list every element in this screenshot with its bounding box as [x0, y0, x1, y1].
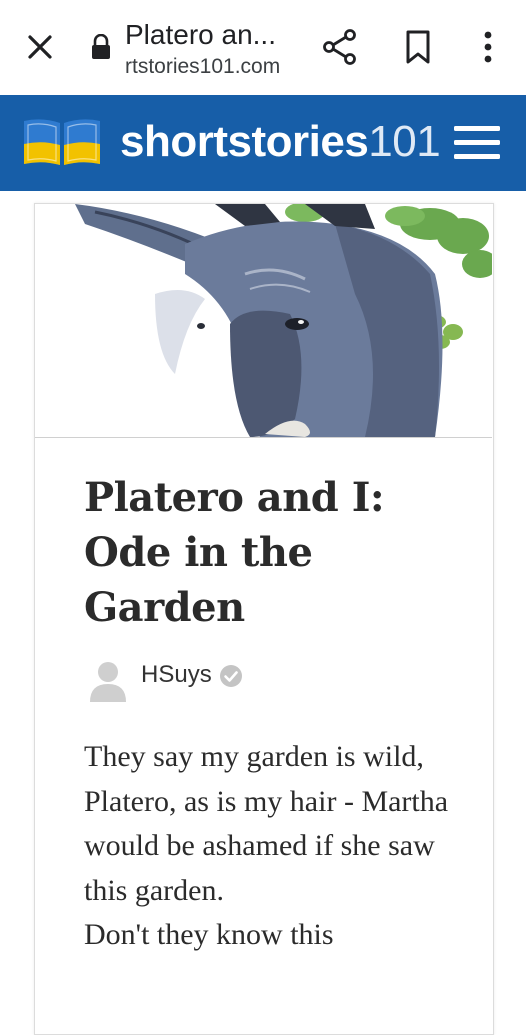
- logo-book-icon[interactable]: [22, 117, 102, 169]
- page-title[interactable]: Platero an...: [125, 19, 276, 51]
- brand-number: 101: [368, 117, 441, 166]
- avatar-icon[interactable]: [90, 660, 126, 702]
- story-title[interactable]: Platero and I: Ode in the Garden: [84, 470, 464, 635]
- browser-toolbar: Platero an... rtstories101.com: [0, 0, 526, 95]
- hamburger-menu-icon[interactable]: [454, 122, 500, 164]
- close-icon[interactable]: [22, 29, 58, 65]
- story-paragraph: They say my garden is wild, Platero, as …: [84, 740, 449, 907]
- author-name[interactable]: HSuys: [141, 661, 212, 689]
- story-cover-image[interactable]: [35, 204, 492, 438]
- brand-name: shortstories: [120, 117, 369, 166]
- share-icon[interactable]: [320, 27, 360, 67]
- lock-icon: [92, 34, 110, 59]
- verified-check-icon: [220, 665, 242, 687]
- donkey-illustration: [75, 204, 492, 437]
- story-body: They say my garden is wild, Platero, as …: [84, 735, 484, 958]
- url-text[interactable]: rtstories101.com: [125, 55, 280, 79]
- more-vert-icon[interactable]: [474, 29, 502, 65]
- site-logo-text[interactable]: shortstories101: [120, 117, 441, 167]
- bookmark-icon[interactable]: [402, 29, 434, 65]
- story-paragraph: Don't they know this: [84, 918, 334, 952]
